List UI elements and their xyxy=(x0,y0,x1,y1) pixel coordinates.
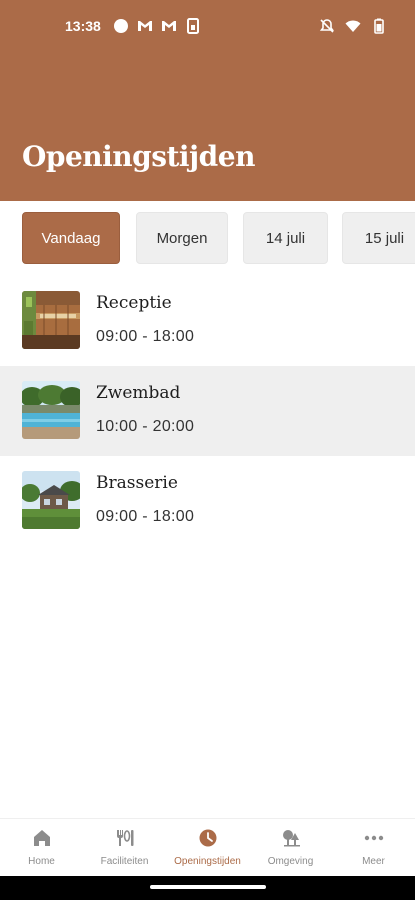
gesture-bar xyxy=(0,876,415,900)
cutlery-icon xyxy=(117,830,134,846)
opening-hours-list: Receptie 09:00 - 18:00 Zwembad 10:00 - 2… xyxy=(0,276,415,546)
day-tab-15-juli[interactable]: 15 juli xyxy=(342,212,415,264)
wifi-icon xyxy=(345,20,361,32)
bottom-nav: Home Faciliteiten Openingstijden Omgevin… xyxy=(0,818,415,876)
reception-photo xyxy=(22,291,80,349)
list-item[interactable]: Zwembad 10:00 - 20:00 xyxy=(0,366,415,456)
nav-label: Faciliteiten xyxy=(100,856,149,867)
gesture-handle[interactable] xyxy=(150,885,266,889)
facility-name: Zwembad xyxy=(96,383,181,403)
trees-icon xyxy=(283,830,300,847)
clock-icon xyxy=(199,829,217,847)
facility-name: Brasserie xyxy=(96,473,178,493)
facility-hours: 09:00 - 18:00 xyxy=(96,328,195,345)
day-tab-morgen[interactable]: Morgen xyxy=(136,212,228,264)
page-title: Openingstijden xyxy=(22,140,255,173)
nav-home[interactable]: Home xyxy=(0,819,83,877)
facility-hours: 09:00 - 18:00 xyxy=(96,508,195,525)
day-tab-vandaag[interactable]: Vandaag xyxy=(22,212,120,264)
facility-name: Receptie xyxy=(96,293,172,313)
nav-label: Meer xyxy=(362,856,385,867)
nav-meer[interactable]: Meer xyxy=(332,819,415,877)
gmail-icon xyxy=(162,21,176,31)
status-time: 13:38 xyxy=(65,18,101,34)
bell-off-icon xyxy=(319,19,335,33)
list-item[interactable]: Receptie 09:00 - 18:00 xyxy=(0,276,415,366)
nav-openingstijden[interactable]: Openingstijden xyxy=(166,819,249,877)
list-item[interactable]: Brasserie 09:00 - 18:00 xyxy=(0,456,415,546)
day-tab-14-juli[interactable]: 14 juli xyxy=(243,212,328,264)
status-bar: 13:38 xyxy=(0,0,415,56)
pool-photo xyxy=(22,381,80,439)
more-icon xyxy=(364,835,384,841)
battery-icon xyxy=(374,18,384,34)
facility-hours: 10:00 - 20:00 xyxy=(96,418,195,435)
nav-label: Openingstijden xyxy=(174,856,241,867)
circle-notification-icon xyxy=(114,19,128,33)
status-left-icons xyxy=(113,18,201,34)
nav-label: Omgeving xyxy=(267,856,314,867)
brasserie-photo xyxy=(22,471,80,529)
nav-label: Home xyxy=(28,856,55,867)
nav-omgeving[interactable]: Omgeving xyxy=(249,819,332,877)
home-icon xyxy=(34,830,50,846)
nav-faciliteiten[interactable]: Faciliteiten xyxy=(83,819,166,877)
gmail-icon xyxy=(138,21,152,31)
status-right-icons xyxy=(319,18,387,34)
header: 13:38 Openingstijden xyxy=(0,0,415,201)
day-tabs: Vandaag Morgen 14 juli 15 juli xyxy=(22,212,415,264)
sim-icon xyxy=(187,18,199,34)
